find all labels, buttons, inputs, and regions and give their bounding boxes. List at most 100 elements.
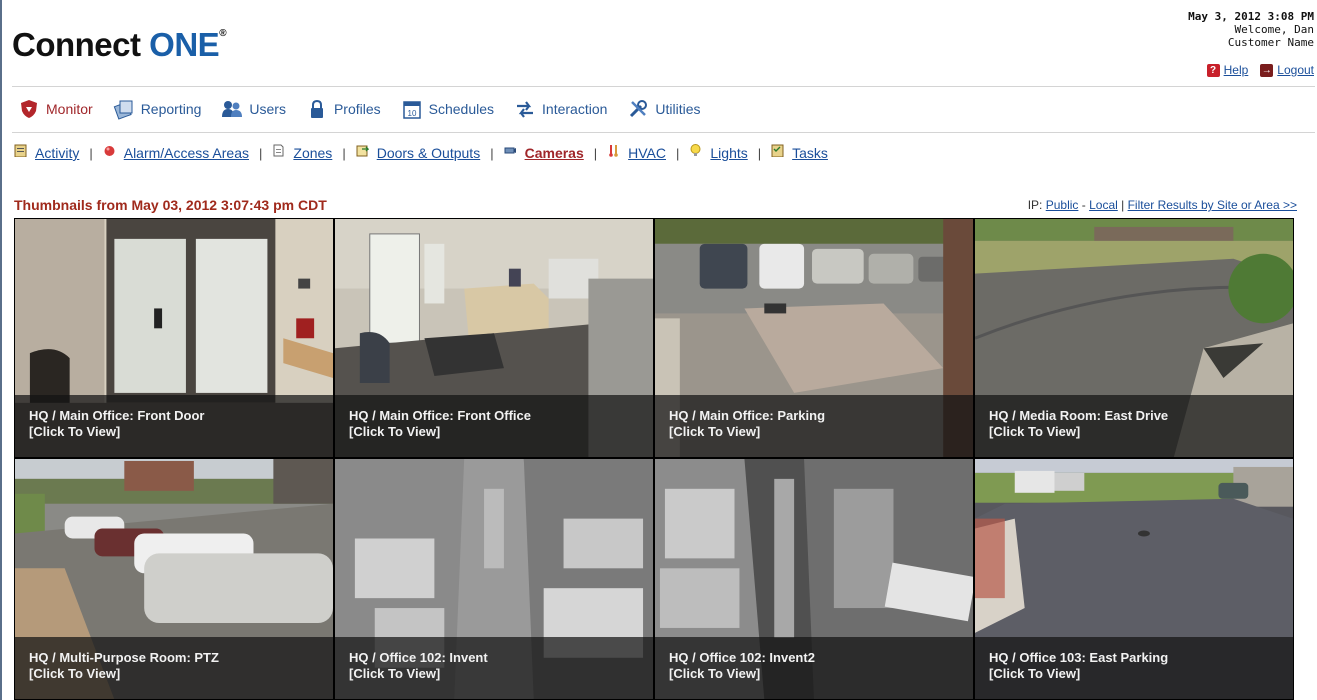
separator: |	[490, 145, 494, 161]
nav-users[interactable]: Users	[221, 98, 286, 120]
camera-thumbnail[interactable]: HQ / Main Office: Front Office [Click To…	[334, 218, 654, 458]
nav-label: Users	[249, 101, 286, 117]
tools-icon	[630, 100, 648, 118]
welcome-text: Welcome, Dan	[1234, 23, 1314, 36]
shield-icon	[21, 100, 37, 118]
click-to-view[interactable]: [Click To View]	[349, 666, 653, 682]
help-logout-row: ? Help → Logout	[1206, 63, 1314, 77]
separator: |	[757, 145, 762, 161]
camera-name: HQ / Multi-Purpose Room: PTZ	[29, 650, 219, 665]
logout-link[interactable]: Logout	[1277, 63, 1314, 77]
camera-thumbnail[interactable]: HQ / Main Office: Parking [Click To View…	[654, 218, 974, 458]
calendar-icon: 10	[402, 101, 421, 119]
subnav-zones[interactable]: Zones	[272, 144, 332, 161]
subnav-lights[interactable]: Lights	[689, 143, 748, 161]
nav-monitor[interactable]: Monitor	[18, 98, 93, 120]
thermometer-icon	[609, 144, 618, 157]
camera-name: HQ / Main Office: Front Office	[349, 408, 532, 423]
camera-name: HQ / Office 102: Invent2	[669, 650, 815, 665]
subnav-link[interactable]: Lights	[710, 145, 747, 161]
click-to-view[interactable]: [Click To View]	[669, 666, 973, 682]
subnav-hvac[interactable]: HVAC	[607, 144, 666, 161]
subnav-link[interactable]: Cameras	[525, 145, 584, 161]
subnav-link[interactable]: Doors & Outputs	[377, 145, 481, 161]
filter-link[interactable]: Filter Results by Site or Area >>	[1128, 198, 1297, 212]
nav-schedules[interactable]: 10 Schedules	[401, 98, 494, 120]
nav-reporting[interactable]: Reporting	[113, 98, 201, 120]
camera-thumbnail[interactable]: HQ / Main Office: Front Door [Click To V…	[14, 218, 334, 458]
tasks-icon	[771, 144, 784, 157]
camera-name: HQ / Main Office: Parking	[669, 408, 826, 423]
camera-thumbnail[interactable]: HQ / Office 102: Invent2 [Click To View]	[654, 458, 974, 700]
ip-public-link[interactable]: Public	[1046, 198, 1079, 212]
camera-caption: HQ / Multi-Purpose Room: PTZ [Click To V…	[15, 637, 333, 699]
camera-thumbnail[interactable]: HQ / Multi-Purpose Room: PTZ [Click To V…	[14, 458, 334, 700]
subnav-tasks[interactable]: Tasks	[771, 144, 828, 161]
customer-name: Customer Name	[1227, 36, 1314, 49]
camera-caption: HQ / Media Room: East Drive [Click To Vi…	[975, 395, 1293, 457]
camera-caption: HQ / Main Office: Front Office [Click To…	[335, 395, 653, 457]
click-to-view[interactable]: [Click To View]	[669, 424, 973, 440]
camera-thumbnail[interactable]: HQ / Office 103: East Parking [Click To …	[974, 458, 1294, 700]
separator: |	[342, 145, 346, 161]
thumbnails-title: Thumbnails from May 03, 2012 3:07:43 pm …	[14, 197, 327, 213]
logo-accent: ONE	[149, 26, 220, 63]
click-to-view[interactable]: [Click To View]	[989, 666, 1293, 682]
logo: Connect ONE®	[12, 26, 227, 64]
session-info: May 3, 2012 3:08 PM Welcome, Dan Custome…	[1188, 10, 1314, 49]
subnav-link[interactable]: Alarm/Access Areas	[124, 145, 249, 161]
subnav-link[interactable]: HVAC	[628, 145, 666, 161]
camera-name: HQ / Main Office: Front Door	[29, 408, 205, 423]
ip-separator: |	[1121, 198, 1125, 212]
camera-caption: HQ / Office 103: East Parking [Click To …	[975, 637, 1293, 699]
subnav-doors-outputs[interactable]: Doors & Outputs	[356, 145, 481, 161]
click-to-view[interactable]: [Click To View]	[29, 666, 333, 682]
ip-filter-row: IP: Public - Local | Filter Results by S…	[1028, 198, 1297, 212]
sub-nav: Activity | Alarm/Access Areas | Zones | …	[14, 143, 828, 161]
separator: |	[259, 145, 263, 161]
lock-icon	[310, 99, 323, 118]
page-icon	[273, 144, 284, 156]
logo-mark: ®	[219, 28, 227, 39]
nav-interaction[interactable]: Interaction	[514, 98, 607, 120]
current-datetime: May 3, 2012 3:08 PM	[1188, 10, 1314, 23]
subnav-link[interactable]: Activity	[35, 145, 79, 161]
camera-name: HQ / Office 103: East Parking	[989, 650, 1169, 665]
nav-label: Monitor	[46, 101, 93, 117]
nav-utilities[interactable]: Utilities	[627, 98, 701, 120]
nav-label: Schedules	[428, 101, 495, 117]
camera-thumbnail[interactable]: HQ / Media Room: East Drive [Click To Vi…	[974, 218, 1294, 458]
arrows-icon	[517, 101, 534, 118]
subnav-cameras[interactable]: Cameras	[504, 145, 584, 161]
nav-profiles[interactable]: Profiles	[306, 98, 381, 120]
logout-icon[interactable]: →	[1260, 63, 1274, 77]
camera-caption: HQ / Main Office: Front Door [Click To V…	[15, 395, 333, 457]
click-to-view[interactable]: [Click To View]	[349, 424, 653, 440]
subnav-link[interactable]: Zones	[293, 145, 332, 161]
subnav-activity[interactable]: Activity	[14, 144, 79, 161]
help-icon[interactable]: ?	[1206, 63, 1220, 77]
ip-local-link[interactable]: Local	[1089, 198, 1118, 212]
camera-name: HQ / Office 102: Invent	[349, 650, 488, 665]
main-nav: Monitor Reporting Users Profiles 10 Sche…	[18, 96, 721, 122]
camera-caption: HQ / Office 102: Invent [Click To View]	[335, 637, 653, 699]
help-link[interactable]: Help	[1224, 63, 1249, 77]
nav-label: Utilities	[655, 101, 701, 117]
subnav-alarm-access-areas[interactable]: Alarm/Access Areas	[103, 145, 249, 161]
left-border	[0, 0, 2, 700]
click-to-view[interactable]: [Click To View]	[29, 424, 333, 440]
subnav-link[interactable]: Tasks	[792, 145, 828, 161]
nav-label: Profiles	[333, 101, 381, 117]
separator: |	[89, 145, 93, 161]
camera-caption: HQ / Main Office: Parking [Click To View…	[655, 395, 973, 457]
nav-label: Interaction	[542, 101, 608, 117]
door-icon	[356, 145, 369, 156]
alarm-icon	[104, 145, 115, 156]
camera-thumbnail[interactable]: HQ / Office 102: Invent [Click To View]	[334, 458, 654, 700]
ip-dash: -	[1081, 198, 1086, 212]
camera-caption: HQ / Office 102: Invent2 [Click To View]	[655, 637, 973, 699]
clipboard-icon	[14, 144, 27, 157]
report-icon	[113, 100, 133, 120]
camera-icon	[504, 147, 516, 153]
click-to-view[interactable]: [Click To View]	[989, 424, 1293, 440]
